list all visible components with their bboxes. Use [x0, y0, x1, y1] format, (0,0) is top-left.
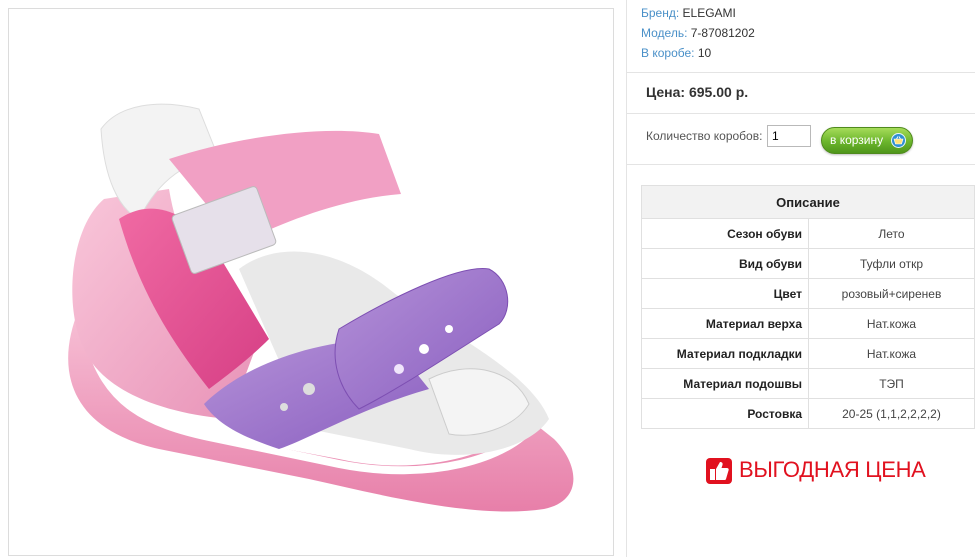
brand-value: ELEGAMI [682, 6, 736, 20]
add-to-cart-button[interactable]: в корзину [821, 127, 913, 154]
table-row: Ростовка 20-25 (1,1,2,2,2,2) [641, 398, 975, 429]
quantity-label: Количество коробов: [646, 129, 763, 143]
basket-icon [891, 133, 906, 148]
row-value: Нат.кожа [808, 308, 975, 339]
sandal-illustration [68, 103, 574, 512]
row-key: Материал подошвы [641, 368, 809, 399]
table-row: Материал подкладки Нат.кожа [641, 338, 975, 369]
row-value: Нат.кожа [808, 338, 975, 369]
divider [627, 72, 975, 73]
divider [627, 113, 975, 114]
add-to-cart-label: в корзину [830, 133, 884, 147]
brand-label: Бренд: [641, 6, 680, 20]
brand-line: Бренд: ELEGAMI [641, 5, 736, 21]
description-title: Описание [641, 185, 975, 219]
box-label: В коробе: [641, 46, 695, 60]
product-image[interactable] [8, 8, 614, 556]
row-value: ТЭП [808, 368, 975, 399]
table-row: Вид обуви Туфли откр [641, 248, 975, 279]
row-key: Ростовка [641, 398, 809, 429]
description-table: Описание Сезон обуви Лето Вид обуви Туфли … [641, 185, 975, 429]
divider [627, 164, 975, 165]
table-row: Сезон обуви Лето [641, 218, 975, 249]
model-line: Модель: 7-87081202 [641, 25, 755, 41]
promo-text: ВЫГОДНАЯ ЦЕНА [739, 457, 926, 482]
box-value: 10 [697, 46, 712, 60]
table-row: Цвет розовый+сиренев [641, 278, 975, 309]
quantity-input[interactable] [767, 125, 811, 147]
row-key: Сезон обуви [641, 218, 809, 249]
price: Цена: 695.00 р. [646, 84, 749, 100]
thumbs-up-icon [706, 458, 732, 484]
row-value: розовый+сиренев [808, 278, 975, 309]
row-key: Материал подкладки [641, 338, 809, 369]
row-value: 20-25 (1,1,2,2,2,2) [808, 398, 975, 429]
column-divider [626, 0, 627, 557]
row-value: Туфли откр [808, 248, 975, 279]
row-key: Вид обуви [641, 248, 809, 279]
table-row: Материал подошвы ТЭП [641, 368, 975, 399]
row-value: Лето [808, 218, 975, 249]
table-row: Материал верха Нат.кожа [641, 308, 975, 339]
box-line: В коробе: 10 [641, 45, 711, 61]
row-key: Цвет [641, 278, 809, 309]
model-value: 7-87081202 [690, 26, 755, 40]
row-key: Материал верха [641, 308, 809, 339]
model-label: Модель: [641, 26, 688, 40]
